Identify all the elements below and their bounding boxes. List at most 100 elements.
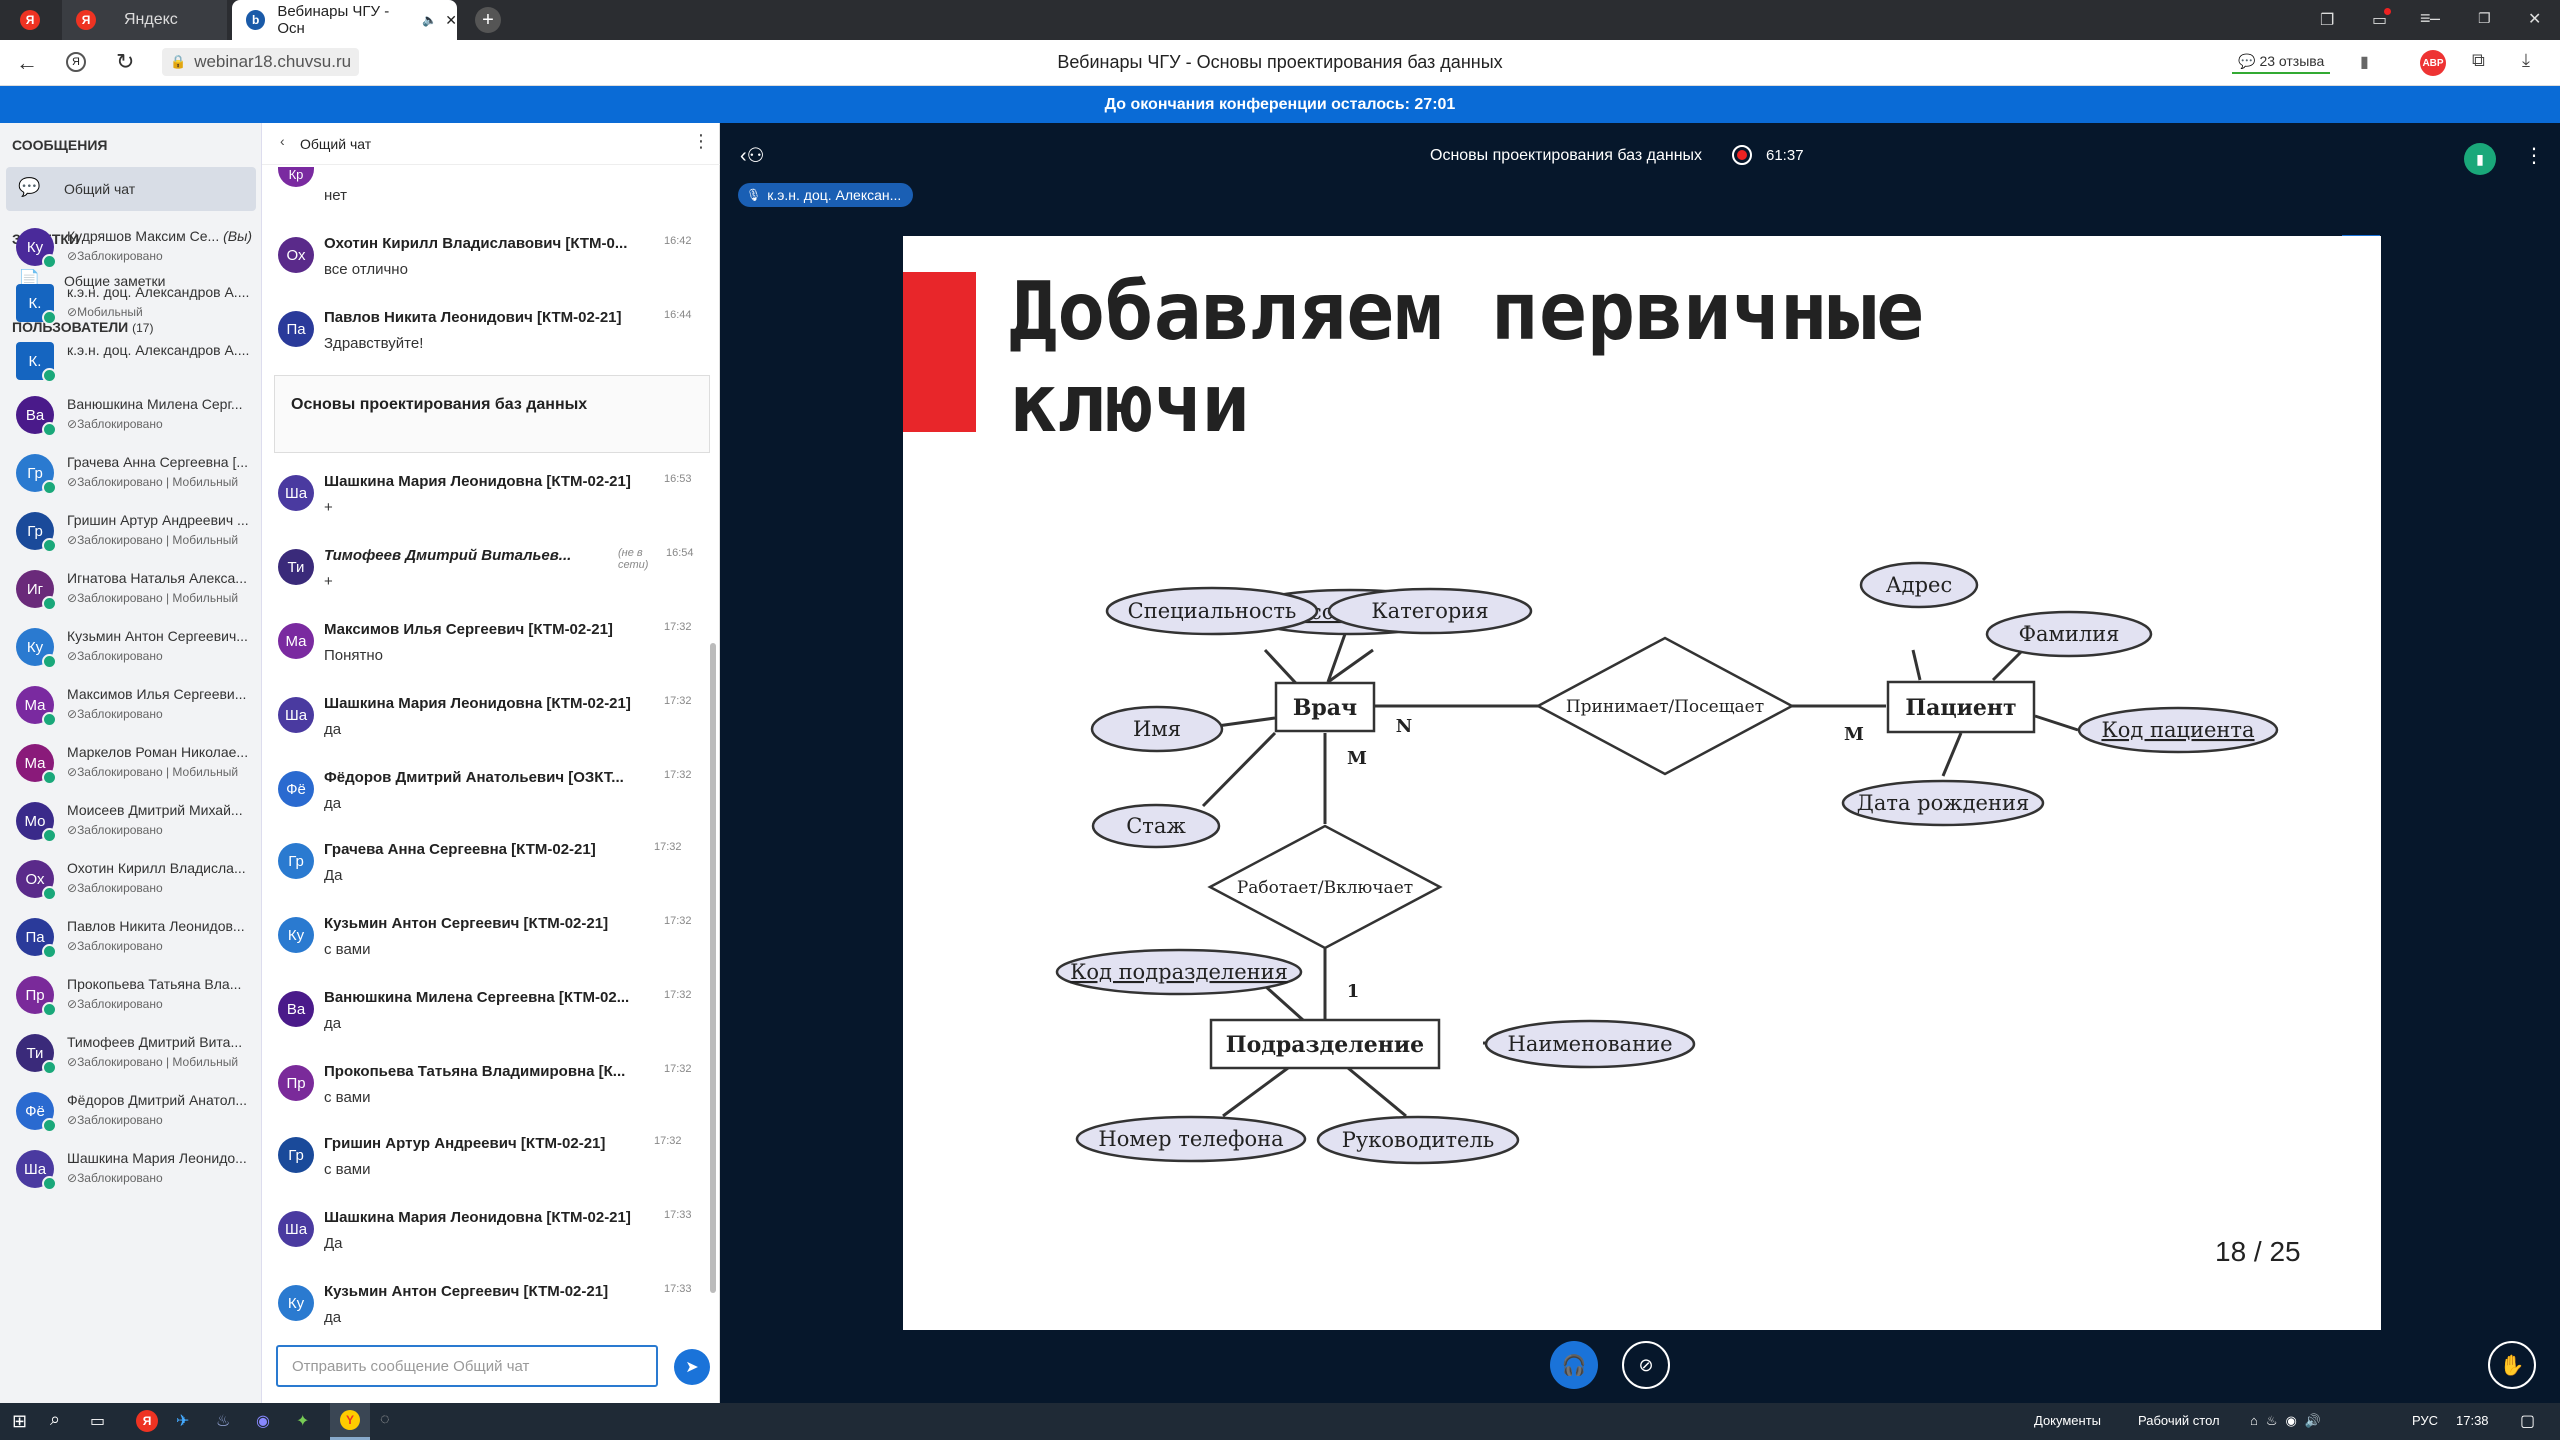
restore-icon[interactable]: ❐ xyxy=(2478,10,2491,27)
user-list-item[interactable]: Иг Игнатова Наталья Алекса... ⊘Заблокиро… xyxy=(12,562,257,618)
close-icon[interactable]: ✕ xyxy=(445,12,457,29)
user-name: к.э.н. доц. Александров А.... xyxy=(67,284,250,300)
user-list-item[interactable]: Ма Максимов Илья Сергееви... ⊘Заблокиров… xyxy=(12,678,257,734)
collapse-panel-icon[interactable]: ‹⚇ xyxy=(740,143,765,168)
language-indicator[interactable]: РУС xyxy=(2412,1413,2438,1428)
user-list-item[interactable]: Ку Кудряшов Максим Се... (Вы) ⊘Заблокиро… xyxy=(12,220,257,276)
extensions-icon[interactable]: ⧉ xyxy=(2472,50,2485,71)
avatar: Пр xyxy=(278,1065,314,1101)
message-time: 17:33 xyxy=(664,1209,692,1221)
user-list-item[interactable]: Мо Моисеев Дмитрий Михай... ⊘Заблокирова… xyxy=(12,794,257,850)
back-icon[interactable]: ← xyxy=(16,50,38,76)
steam-icon[interactable]: ♨ xyxy=(216,1411,230,1431)
status-icon xyxy=(42,1002,57,1017)
user-status: ⊘Заблокировано xyxy=(67,707,163,721)
speaker-icon[interactable]: 🔈 xyxy=(422,13,437,27)
offline-badge: (не в сети) xyxy=(618,547,649,571)
yandex-browser-logo-icon[interactable]: Я xyxy=(0,0,60,40)
raise-hand-button[interactable]: ✋ xyxy=(2488,1341,2536,1389)
chat-message: Ма Максимов Илья Сергеевич [КТМ-02-21] 1… xyxy=(274,615,714,687)
collections-icon[interactable]: ❐ xyxy=(2320,10,2334,30)
tab-yandex[interactable]: Я Яндекс xyxy=(62,0,227,40)
user-status: ⊘Заблокировано xyxy=(67,881,163,895)
lock-icon: 🔒 xyxy=(170,54,187,69)
reviews-text: 23 отзыва xyxy=(2259,53,2325,69)
avatar: Ша xyxy=(278,697,314,733)
chat-scrollbar[interactable] xyxy=(710,643,716,1293)
app-icon[interactable]: ✦ xyxy=(296,1411,309,1431)
status-icon xyxy=(42,480,57,495)
telegram-icon[interactable]: ✈ xyxy=(176,1411,189,1431)
avatar: Фё xyxy=(278,771,314,807)
adblock-icon[interactable]: ABP xyxy=(2420,50,2446,76)
message-author: Шашкина Мария Леонидовна [КТМ-02-21] xyxy=(324,473,631,490)
chat-message: Ку Кузьмин Антон Сергеевич [КТМ-02-21] 1… xyxy=(274,909,714,981)
url-field[interactable]: 🔒 webinar18.chuvsu.ru xyxy=(162,48,360,76)
camera-off-button[interactable]: ⊘ xyxy=(1622,1341,1670,1389)
user-name: Ванюшкина Милена Серг... xyxy=(67,396,243,412)
clock[interactable]: 17:38 xyxy=(2456,1413,2489,1428)
new-tab-button[interactable]: + xyxy=(475,7,501,33)
notifications-icon[interactable]: ▭ xyxy=(2372,8,2391,30)
reviews-badge[interactable]: 💬 23 отзыва xyxy=(2232,50,2331,74)
more-options-icon[interactable]: ⋮ xyxy=(2524,143,2544,168)
user-list-item[interactable]: Ти Тимофеев Дмитрий Вита... ⊘Заблокирова… xyxy=(12,1026,257,1082)
er-entity-label: Подразделение xyxy=(1226,1032,1424,1058)
user-name: Максимов Илья Сергееви... xyxy=(67,686,247,702)
bookmark-icon[interactable]: ▮ xyxy=(2360,52,2369,72)
user-list-item[interactable]: Гр Гришин Артур Андреевич ... ⊘Заблокиро… xyxy=(12,504,257,560)
taskbar-documents[interactable]: Документы xyxy=(2034,1413,2101,1428)
user-list-item[interactable]: Ва Ванюшкина Милена Серг... ⊘Заблокирова… xyxy=(12,388,257,444)
user-list-item[interactable]: Ша Шашкина Мария Леонидо... ⊘Заблокирова… xyxy=(12,1142,257,1198)
user-list-item[interactable]: Ма Маркелов Роман Николае... ⊘Заблокиров… xyxy=(12,736,257,792)
tray-icons[interactable]: ⌂♨◉🔊 xyxy=(2250,1413,2329,1429)
user-list-item[interactable]: Ку Кузьмин Антон Сергеевич... ⊘Заблокиро… xyxy=(12,620,257,676)
camera-off-icon: ⊘ xyxy=(1638,1354,1654,1375)
status-icon xyxy=(42,538,57,553)
taskbar-browser-active[interactable]: Y xyxy=(330,1403,370,1440)
notification-center-icon[interactable]: ▢ xyxy=(2520,1411,2535,1431)
message-text: Да xyxy=(324,1235,343,1252)
user-list-item[interactable]: К. к.э.н. доц. Александров А.... xyxy=(12,334,257,390)
app2-icon[interactable]: ◌ xyxy=(380,1411,390,1429)
minimize-icon[interactable]: – xyxy=(2430,8,2440,29)
messages-header: СООБЩЕНИЯ xyxy=(12,137,108,153)
reload-icon[interactable]: ↻ xyxy=(116,49,134,75)
more-options-icon[interactable]: ⋮ xyxy=(692,131,710,152)
windows-start-icon[interactable]: ⊞ xyxy=(12,1411,27,1432)
yandex-icon: Я xyxy=(76,10,96,30)
user-list-item[interactable]: Ох Охотин Кирилл Владисла... ⊘Заблокиров… xyxy=(12,852,257,908)
window-close-icon[interactable]: ✕ xyxy=(2528,9,2541,29)
user-sidebar: СООБЩЕНИЯ 💬 Общий чат ЗАМЕТКИ 📄 Общие за… xyxy=(0,123,262,1403)
avatar: Гр xyxy=(278,843,314,879)
public-chat-item[interactable]: 💬 Общий чат xyxy=(6,167,256,211)
headphones-button[interactable]: 🎧 xyxy=(1550,1341,1598,1389)
user-list-item[interactable]: К. к.э.н. доц. Александров А.... ⊘Мобиль… xyxy=(12,276,257,332)
chevron-left-icon[interactable]: ‹ xyxy=(280,133,285,149)
user-list-item[interactable]: Гр Грачева Анна Сергеевна [... ⊘Заблокир… xyxy=(12,446,257,502)
task-view-icon[interactable]: ▭ xyxy=(90,1411,105,1431)
chat-title: Общий чат xyxy=(300,136,372,152)
user-list-item[interactable]: Па Павлов Никита Леонидов... ⊘Заблокиров… xyxy=(12,910,257,966)
yandex-app-icon[interactable]: Я xyxy=(136,1410,158,1432)
chat-input[interactable]: Отправить сообщение Общий чат xyxy=(276,1345,658,1387)
discord-icon[interactable]: ◉ xyxy=(256,1411,270,1431)
er-entity-label: Врач xyxy=(1293,695,1357,721)
er-cardinality: 1 xyxy=(1347,981,1360,1002)
menu-icon[interactable]: ≡ xyxy=(2420,8,2431,29)
search-icon[interactable]: ⌕ xyxy=(50,1409,60,1430)
status-icon xyxy=(42,654,57,669)
user-list-item[interactable]: Пр Прокопьева Татьяна Вла... ⊘Заблокиров… xyxy=(12,968,257,1024)
send-button[interactable]: ➤ xyxy=(674,1349,710,1385)
downloads-icon[interactable]: ⤓ xyxy=(2522,50,2530,71)
recording-icon[interactable] xyxy=(1732,145,1752,165)
status-icon xyxy=(42,1176,57,1191)
connection-status-icon[interactable]: ▮ xyxy=(2464,143,2496,175)
presentation-slide: Добавляем первичные ключи Врач Пациент Под… xyxy=(903,236,2381,1330)
message-text: с вами xyxy=(324,1161,371,1178)
status-icon xyxy=(42,886,57,901)
user-list-item[interactable]: Фё Фёдоров Дмитрий Анатол... ⊘Заблокиров… xyxy=(12,1084,257,1140)
taskbar-desktop[interactable]: Рабочий стол xyxy=(2138,1413,2220,1428)
yandex-protect-icon[interactable]: Я xyxy=(66,52,86,72)
tab-webinar[interactable]: b Вебинары ЧГУ - Осн 🔈 ✕ xyxy=(232,0,457,40)
